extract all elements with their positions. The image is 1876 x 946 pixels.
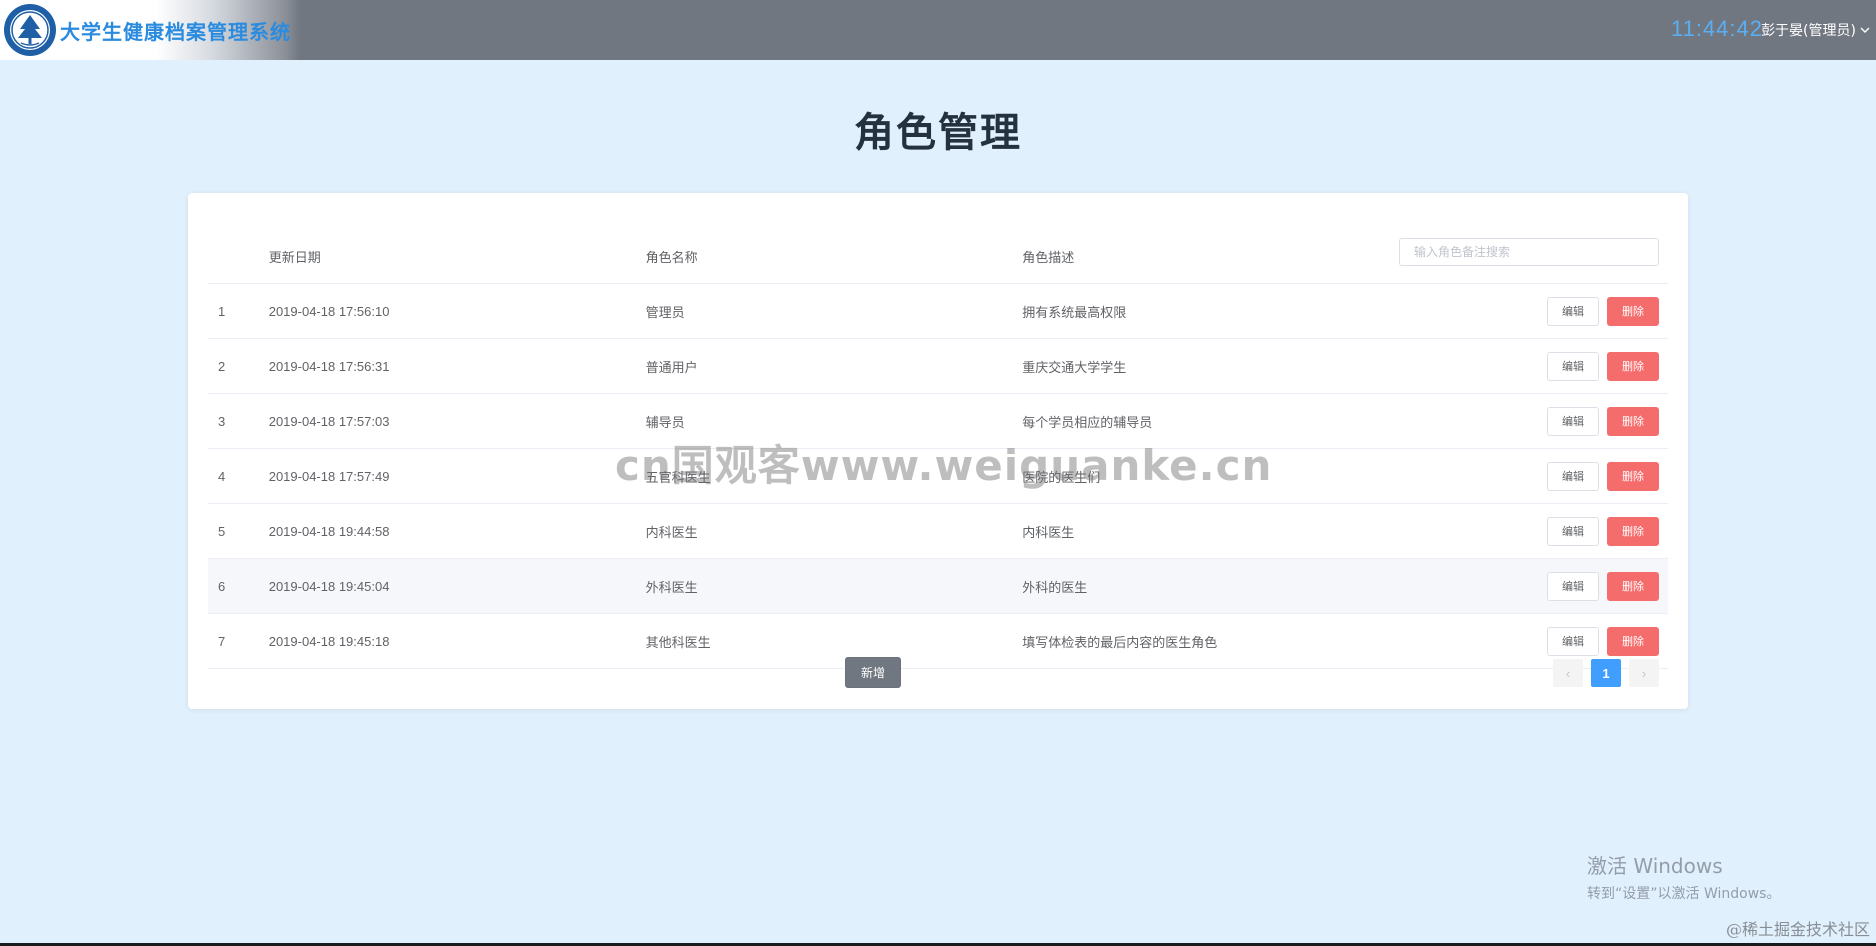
brand[interactable]: 大学生健康档案管理系统 [0,0,300,60]
row-description: 每个学员相应的辅导员 [1021,393,1398,449]
university-logo-icon [2,2,58,58]
row-date: 2019-04-18 19:45:04 [267,558,645,614]
windows-activation-notice: 激活 Windows 转到“设置”以激活 Windows。 [1587,850,1780,903]
column-header-date: 更新日期 [267,193,645,284]
page-number-button[interactable]: 1 [1591,659,1621,687]
delete-button[interactable]: 删除 [1607,461,1659,491]
row-index: 4 [208,448,268,504]
row-description: 外科的医生 [1021,558,1398,614]
page-title: 角色管理 [854,110,1022,156]
column-header-index [208,193,268,284]
windows-activation-hint: 转到“设置”以激活 Windows。 [1587,886,1781,902]
table-row: 6 2019-04-18 19:45:04 外科医生 外科的医生 编辑 删除 [208,558,1668,614]
edit-button[interactable]: 编辑 [1547,406,1599,436]
delete-button[interactable]: 删除 [1607,571,1659,601]
edit-button[interactable]: 编辑 [1547,571,1599,601]
row-date: 2019-04-18 17:56:31 [267,338,645,394]
row-index: 6 [208,558,268,614]
row-date: 2019-04-18 17:57:49 [267,448,645,504]
row-description: 填写体检表的最后内容的医生角色 [1021,613,1398,669]
row-description: 医院的医生们 [1021,448,1398,504]
role-table: 更新日期 角色名称 角色描述 1 2019-04-18 17:56:10 管理员… [208,193,1668,669]
row-name: 内科医生 [644,503,1022,559]
user-menu[interactable]: 彭于晏(管理员) [1761,20,1870,40]
table-row: 5 2019-04-18 19:44:58 内科医生 内科医生 编辑 删除 [208,503,1668,559]
add-role-button[interactable]: 新增 [845,657,901,688]
row-name: 管理员 [644,283,1022,339]
clock: 11:44:42 [1670,16,1763,41]
edit-button[interactable]: 编辑 [1547,296,1599,326]
row-index: 3 [208,393,268,449]
row-date: 2019-04-18 19:45:18 [267,613,645,669]
pagination: ‹ 1 › [1553,659,1659,687]
delete-button[interactable]: 删除 [1607,516,1659,546]
windows-activation-title: 激活 Windows [1587,854,1723,878]
row-name: 其他科医生 [644,613,1022,669]
row-index: 5 [208,503,268,559]
row-name: 外科医生 [644,558,1022,614]
edit-button[interactable]: 编辑 [1547,516,1599,546]
row-actions: 编辑 删除 [1398,503,1668,559]
row-name: 五官科医生 [644,448,1022,504]
table-row: 2 2019-04-18 17:56:31 普通用户 重庆交通大学学生 编辑 删除 [208,338,1668,394]
role-table-card: 更新日期 角色名称 角色描述 1 2019-04-18 17:56:10 管理员… [188,193,1688,709]
row-date: 2019-04-18 17:57:03 [267,393,645,449]
prev-page-button[interactable]: ‹ [1553,659,1583,687]
row-name: 普通用户 [644,338,1022,394]
search-input[interactable] [1399,238,1659,266]
table-row: 1 2019-04-18 17:56:10 管理员 拥有系统最高权限 编辑 删除 [208,283,1668,339]
row-description: 拥有系统最高权限 [1021,283,1398,339]
column-header-search [1398,193,1668,284]
row-actions: 编辑 删除 [1398,283,1668,339]
row-index: 1 [208,283,268,339]
row-actions: 编辑 删除 [1398,558,1668,614]
table-row: 7 2019-04-18 19:45:18 其他科医生 填写体检表的最后内容的医… [208,613,1668,669]
row-index: 7 [208,613,268,669]
table-header-row: 更新日期 角色名称 角色描述 [208,193,1668,284]
edit-button[interactable]: 编辑 [1547,351,1599,381]
app-title: 大学生健康档案管理系统 [60,19,291,44]
delete-button[interactable]: 删除 [1607,351,1659,381]
delete-button[interactable]: 删除 [1607,626,1659,656]
table-row: 3 2019-04-18 17:57:03 辅导员 每个学员相应的辅导员 编辑删… [208,393,1668,449]
table-row: 4 2019-04-18 17:57:49 五官科医生 医院的医生们 编辑 删除 [208,448,1668,504]
row-description: 内科医生 [1021,503,1398,559]
delete-button[interactable]: 删除 [1607,296,1659,326]
delete-button[interactable]: 删除 [1607,406,1659,436]
chevron-down-icon [1860,27,1870,33]
row-actions: 编辑 删除 [1398,338,1668,394]
edit-button[interactable]: 编辑 [1547,626,1599,656]
row-index: 2 [208,338,268,394]
column-header-name: 角色名称 [644,193,1022,284]
row-description: 重庆交通大学学生 [1021,338,1398,394]
edit-button[interactable]: 编辑 [1547,461,1599,491]
column-header-description: 角色描述 [1021,193,1398,284]
row-date: 2019-04-18 17:56:10 [267,283,645,339]
next-page-button[interactable]: › [1629,659,1659,687]
row-actions: 编辑 删除 [1398,393,1668,449]
row-actions: 编辑 删除 [1398,448,1668,504]
user-name: 彭于晏(管理员) [1761,23,1856,39]
corner-watermark: @稀土掘金技术社区 [1725,920,1870,939]
row-date: 2019-04-18 19:44:58 [267,503,645,559]
row-name: 辅导员 [644,393,1022,449]
top-header-bar: 大学生健康档案管理系统 11:44:42 彭于晏(管理员) [0,0,1876,60]
